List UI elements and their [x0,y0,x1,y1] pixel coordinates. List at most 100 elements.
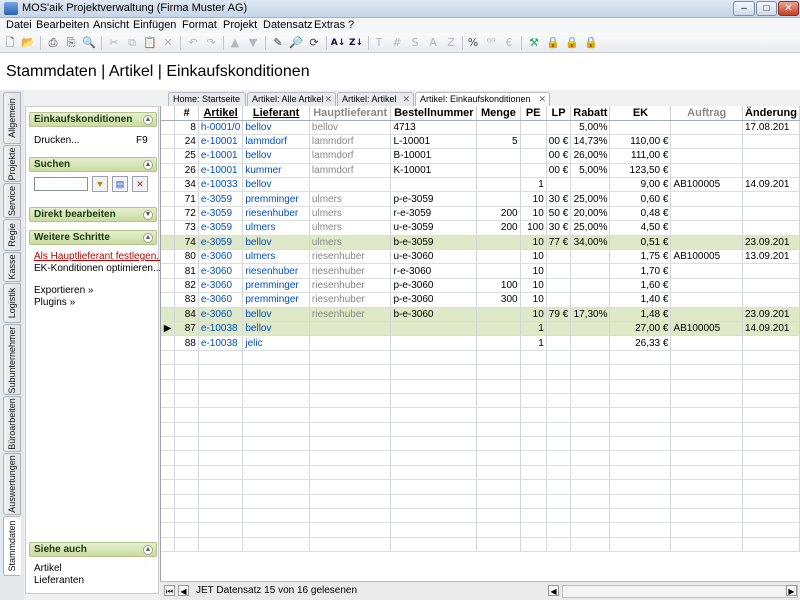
filter-icon[interactable]: ▼ [92,176,108,192]
cell-artikel[interactable]: e-3059 [198,235,244,251]
menu-einfuegen[interactable]: Einfügen [133,19,176,31]
table-row[interactable]: 72 e-3059 riesenhuber ulmers r-e-3059 200 10 50… [161,206,800,222]
vtab-service[interactable]: Service [3,183,21,218]
vtab-allgemein[interactable]: Allgemein [3,92,21,144]
cell-haupt[interactable]: ulmers [309,191,392,207]
cell-aend[interactable]: 14.09.201 [742,177,800,193]
menu-ansicht[interactable]: Ansicht [93,19,129,31]
cell-best[interactable]: b-e-3060 [390,307,478,322]
cell-aend[interactable] [742,220,800,236]
tab-einkaufskonditionen[interactable]: Artikel: Einkaufskonditionen ✕ [415,92,550,106]
cell-aend[interactable] [742,206,800,222]
cell-best[interactable] [390,335,478,351]
plugins-link[interactable]: Plugins » [34,297,75,308]
cell-n[interactable]: 24 [174,134,199,150]
maximize-button[interactable]: □ [756,1,777,16]
cell-ek[interactable]: 0,60 € [609,191,672,207]
cell-artikel[interactable]: e-10038 [198,335,244,351]
cell-ek[interactable]: 1,75 € [609,249,672,265]
menu-projekt[interactable]: Projekt [223,19,257,31]
row-selector[interactable] [161,191,176,207]
cell-auftrag[interactable] [670,191,743,207]
cell-auftrag[interactable] [670,335,743,351]
cell-artikel[interactable]: e-3060 [198,263,244,279]
col-header-menge[interactable]: Menge [476,106,521,121]
cell-rabatt[interactable]: 14,73% [570,134,611,150]
cell-aend[interactable]: 13.09.201 [742,249,800,265]
cell-lp[interactable]: 00 € [546,148,572,164]
cell-lp[interactable]: 30 € [546,191,572,207]
cell-aend[interactable] [742,335,800,351]
cell-rabatt[interactable]: 5,00% [570,163,611,179]
cell-rabatt[interactable]: 5,00% [570,120,611,135]
cell-artikel[interactable]: e-3059 [198,220,244,236]
table-row[interactable]: 71 e-3059 premminger ulmers p-e-3059 10 30 €25… [161,191,800,207]
close-button[interactable]: ✕ [778,1,799,16]
vtab-auswertungen[interactable]: Auswertungen [3,453,21,515]
filter-list-icon[interactable]: ▤ [112,176,128,192]
cell-pe[interactable]: 1 [520,335,547,351]
cell-auftrag[interactable] [670,235,743,251]
cell-haupt[interactable]: riesenhuber [309,249,392,265]
cell-menge[interactable] [476,307,521,322]
cell-best[interactable]: r-e-3059 [390,206,478,222]
collapse-chevron-icon[interactable]: ▲ [143,545,153,555]
cell-aend[interactable] [742,292,800,308]
cell-auftrag[interactable]: AB100005 [670,177,743,193]
collapse-chevron-icon[interactable]: ▲ [143,115,153,125]
vtab-subunternehmer[interactable]: Subunternehmer [3,324,21,395]
cell-menge[interactable]: 300 [476,292,521,308]
cell-n[interactable]: 81 [174,263,199,279]
cell-best[interactable]: B-10001 [390,148,478,164]
cell-n[interactable]: 87 [174,321,199,337]
cell-aend[interactable]: 23.09.201 [742,235,800,251]
cell-best[interactable] [390,177,478,193]
cell-menge[interactable] [476,249,521,265]
vtab-kasse[interactable]: Kasse [3,252,21,282]
table-row[interactable]: 73 e-3059 ulmers ulmers u-e-3059 200 100 30 €25… [161,220,800,236]
cell-menge[interactable] [476,321,521,337]
cell-lieferant[interactable]: premminger [242,191,310,207]
cell-menge[interactable] [476,263,521,279]
cell-auftrag[interactable] [670,163,743,179]
optimize-conditions-link[interactable]: EK-Konditionen optimieren... [34,263,161,274]
close-tab-icon[interactable]: ✕ [402,93,410,106]
cell-haupt[interactable]: riesenhuber [309,278,392,294]
red-lock-icon[interactable]: 🔒 [583,35,599,51]
cell-best[interactable]: p-e-3060 [390,292,478,308]
format-z-icon[interactable]: Z [443,35,459,51]
cell-haupt[interactable] [309,335,392,351]
cell-rabatt[interactable] [570,278,611,294]
row-selector[interactable] [161,335,176,351]
print-icon[interactable]: ⎙ [45,35,61,51]
cell-n[interactable]: 74 [174,235,199,251]
cell-best[interactable]: p-e-3059 [390,191,478,207]
cell-rabatt[interactable]: 25,00% [570,220,611,236]
cell-rabatt[interactable]: 17,30% [570,307,611,322]
row-selector[interactable] [161,148,176,164]
table-row[interactable]: 24 e-10001 lammdorf lammdorf L-10001 5 00 €14,… [161,134,800,150]
cell-artikel[interactable]: e-3060 [198,307,244,322]
decimal-icon[interactable]: ⁰⁰ [483,35,499,51]
table-row[interactable]: 25 e-10001 bellov lammdorf B-10001 00 €26,00%… [161,148,800,164]
cell-lp[interactable] [546,263,572,279]
number-format-icon[interactable]: # [389,35,405,51]
tools-icon[interactable]: ⚒ [526,35,542,51]
cell-auftrag[interactable] [670,307,743,322]
collapse-chevron-icon[interactable]: ▲ [143,160,153,170]
cell-pe[interactable]: 10 [520,191,547,207]
cell-n[interactable]: 83 [174,292,199,308]
col-header-nr[interactable]: # [174,106,199,121]
row-selector[interactable] [161,235,176,251]
cell-haupt[interactable]: ulmers [309,220,392,236]
cell-n[interactable]: 82 [174,278,199,294]
table-row[interactable]: ▶ 87 e-10038 bellov 1 27,00 € AB100005 14.09.20… [161,321,800,337]
cell-lp[interactable] [546,321,572,337]
cell-lieferant[interactable]: premminger [242,278,310,294]
panel-header-suchen[interactable]: Suchen ▲ [29,157,157,172]
cell-n[interactable]: 8 [174,120,199,135]
cell-lieferant[interactable]: premminger [242,292,310,308]
vtab-regie[interactable]: Regie [3,219,21,251]
cell-pe[interactable] [520,148,547,164]
row-selector[interactable] [161,249,176,265]
